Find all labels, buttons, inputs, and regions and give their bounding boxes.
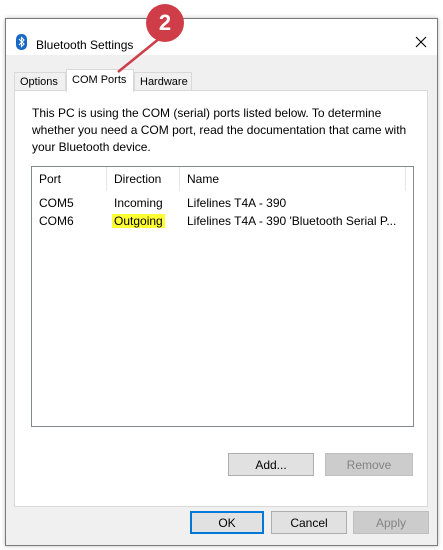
apply-button[interactable]: Apply bbox=[353, 511, 429, 534]
table-row[interactable]: COM5 Incoming Lifelines T4A - 390 bbox=[32, 194, 413, 212]
list-header: Port Direction Name bbox=[32, 167, 413, 191]
column-header-port[interactable]: Port bbox=[32, 167, 107, 191]
close-icon bbox=[415, 36, 427, 48]
bluetooth-settings-dialog: Bluetooth Settings Options COM Ports Har… bbox=[5, 18, 438, 546]
bluetooth-icon bbox=[16, 34, 27, 50]
direction-cell: Incoming bbox=[114, 196, 163, 210]
ok-button[interactable]: OK bbox=[190, 511, 264, 534]
port-cell: COM6 bbox=[39, 214, 74, 228]
name-cell: Lifelines T4A - 390 'Bluetooth Serial P.… bbox=[187, 214, 397, 228]
tab-options[interactable]: Options bbox=[14, 72, 66, 91]
tab-com-ports[interactable]: COM Ports bbox=[66, 69, 134, 92]
title-bar: Bluetooth Settings bbox=[6, 19, 437, 55]
com-ports-description: This PC is using the COM (serial) ports … bbox=[32, 106, 407, 154]
tab-hardware[interactable]: Hardware bbox=[134, 72, 192, 91]
direction-cell-highlighted: Outgoing bbox=[112, 214, 165, 228]
column-header-direction[interactable]: Direction bbox=[107, 167, 180, 191]
remove-button[interactable]: Remove bbox=[325, 453, 413, 476]
table-row[interactable]: COM6 Outgoing Lifelines T4A - 390 'Bluet… bbox=[32, 212, 413, 230]
name-cell: Lifelines T4A - 390 bbox=[187, 196, 287, 210]
com-ports-panel: This PC is using the COM (serial) ports … bbox=[14, 90, 428, 507]
cancel-button[interactable]: Cancel bbox=[271, 511, 347, 534]
column-header-name[interactable]: Name bbox=[180, 167, 406, 191]
close-button[interactable] bbox=[411, 32, 431, 52]
step-callout-badge: 2 bbox=[146, 4, 184, 42]
add-button[interactable]: Add... bbox=[228, 453, 314, 476]
port-cell: COM5 bbox=[39, 196, 74, 210]
window-title: Bluetooth Settings bbox=[36, 38, 134, 52]
com-ports-list[interactable]: Port Direction Name COM5 Incoming Lifeli… bbox=[31, 166, 414, 427]
